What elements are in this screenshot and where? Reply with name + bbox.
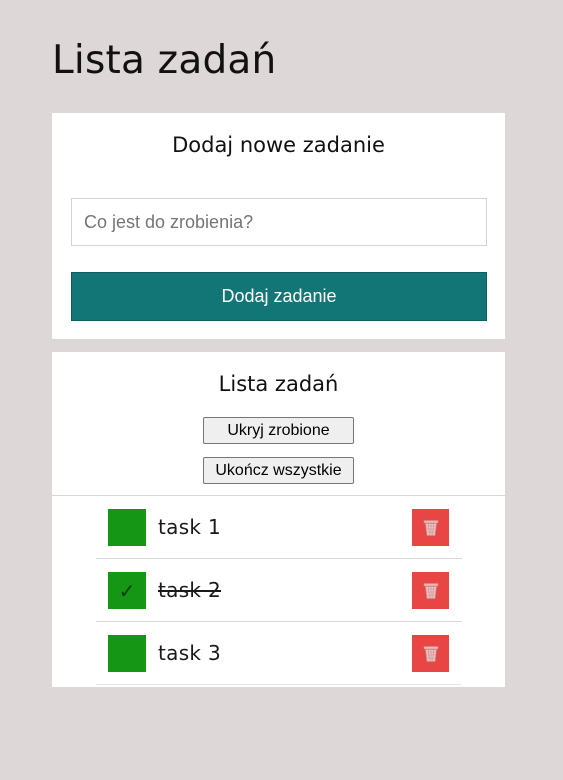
add-task-heading: Dodaj nowe zadanie (172, 133, 385, 157)
hide-done-button[interactable]: Ukryj zrobione (203, 417, 354, 444)
new-task-input[interactable] (71, 198, 487, 246)
task-item: ✓ task 2 (96, 559, 462, 622)
add-task-button[interactable]: Dodaj zadanie (71, 272, 487, 321)
page-title: Lista zadań (52, 38, 277, 83)
task-list: task 1 ✓ task 2 task 3 (96, 496, 462, 685)
delete-task-button[interactable] (412, 572, 449, 609)
task-text: task 2 (158, 578, 221, 602)
complete-all-button[interactable]: Ukończ wszystkie (203, 457, 354, 484)
trash-icon (423, 645, 438, 662)
task-item: task 3 (96, 622, 462, 685)
trash-icon (423, 582, 438, 599)
task-checkbox[interactable] (108, 635, 146, 672)
add-task-card: Dodaj nowe zadanie Dodaj zadanie (52, 113, 505, 339)
delete-task-button[interactable] (412, 509, 449, 546)
task-list-card: Lista zadań Ukryj zrobione Ukończ wszyst… (52, 352, 505, 687)
task-list-heading: Lista zadań (218, 372, 339, 396)
trash-icon (423, 519, 438, 536)
delete-task-button[interactable] (412, 635, 449, 672)
task-checkbox[interactable]: ✓ (108, 572, 146, 609)
task-text: task 1 (158, 515, 221, 539)
task-checkbox[interactable] (108, 509, 146, 546)
task-text: task 3 (158, 641, 221, 665)
task-item: task 1 (96, 496, 462, 559)
check-icon: ✓ (118, 578, 136, 603)
